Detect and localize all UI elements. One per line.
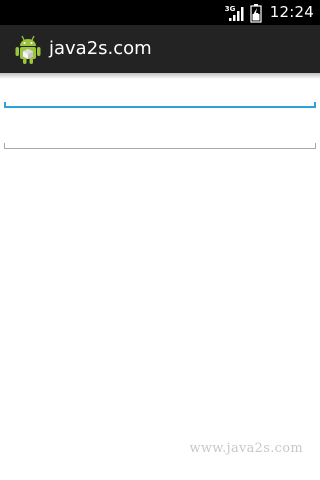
status-bar: 3G 12:24: [0, 0, 320, 25]
action-bar: java2s.com: [0, 25, 320, 73]
status-clock: 12:24: [269, 3, 314, 21]
edit-text-1-underline: [4, 102, 316, 108]
edit-text-2-underline: [4, 143, 316, 149]
android-app-icon[interactable]: [13, 33, 43, 65]
signal-icon: 3G: [224, 3, 244, 23]
network-type-label: 3G: [224, 4, 236, 13]
watermark-text: www.java2s.com: [189, 441, 303, 456]
app-title: java2s.com: [49, 38, 152, 59]
edit-text-2[interactable]: [4, 112, 316, 146]
status-icons: 3G 12:24: [224, 0, 314, 25]
battery-icon: [250, 3, 262, 23]
